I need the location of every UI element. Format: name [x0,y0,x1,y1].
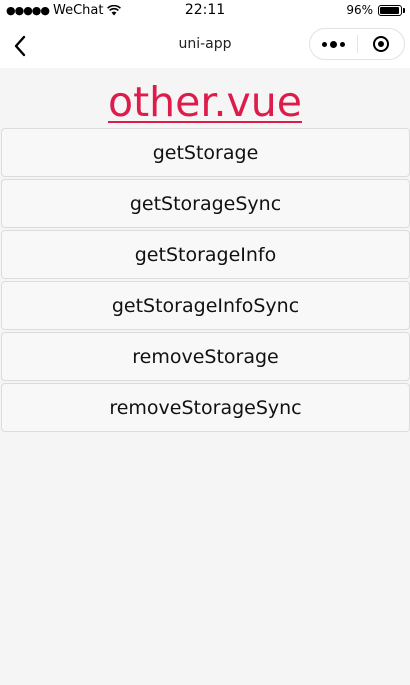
more-button[interactable] [310,29,357,59]
get-storage-info-button[interactable]: getStorageInfo [1,230,410,279]
remove-storage-button[interactable]: removeStorage [1,332,410,381]
battery-percent: 96% [346,3,373,17]
more-dot [322,41,327,47]
page-heading-link[interactable]: other.vue [0,73,410,131]
storage-button-list: getStorage getStorageSync getStorageInfo… [1,128,410,434]
remove-storage-sync-button[interactable]: removeStorageSync [1,383,410,432]
more-dot [330,40,337,48]
status-bar: ●●●●● WeChat 22:11 96% [0,0,410,24]
target-close-icon [372,36,389,52]
more-dot [340,41,345,47]
menu-capsule [309,28,405,60]
get-storage-sync-button[interactable]: getStorageSync [1,179,410,228]
get-storage-info-sync-button[interactable]: getStorageInfoSync [1,281,410,330]
battery-icon [378,4,405,16]
battery-fill [380,6,400,14]
get-storage-button[interactable]: getStorage [1,128,410,177]
navigation-bar: uni-app [0,24,410,68]
close-button[interactable] [358,29,404,59]
status-bar-right: 96% [346,3,405,17]
